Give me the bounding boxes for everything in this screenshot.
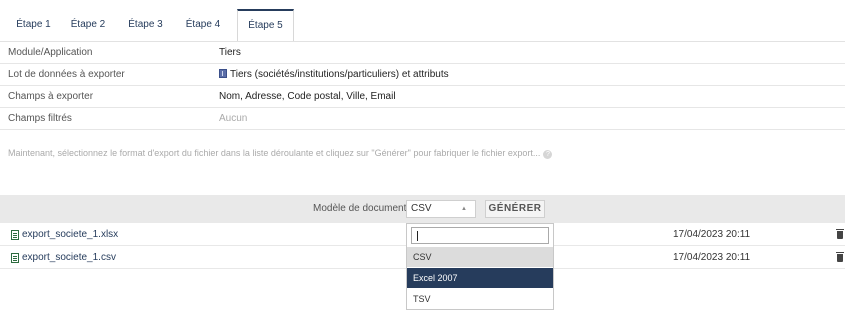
- file-date: 17/04/2023 20:11: [673, 252, 751, 263]
- lot-value: Tiers (sociétés/institutions/particulier…: [230, 69, 449, 80]
- help-text: Maintenant, sélectionnez le format d'exp…: [8, 148, 553, 159]
- trash-icon[interactable]: [836, 229, 844, 239]
- option-csv[interactable]: CSV: [407, 247, 553, 267]
- dropdown-search-input[interactable]: [411, 227, 549, 244]
- model-label: Modèle de document: [313, 203, 407, 214]
- tab-etape-1[interactable]: Étape 1: [11, 9, 56, 41]
- champs-value: Nom, Adresse, Code postal, Ville, Email: [219, 91, 396, 102]
- info-row-module: Module/Application Tiers: [0, 42, 845, 64]
- info-row-champs: Champs à exporter Nom, Adresse, Code pos…: [0, 86, 845, 108]
- filtres-value: Aucun: [219, 113, 248, 124]
- file-icon: [11, 253, 19, 263]
- tab-etape-2[interactable]: Étape 2: [62, 9, 114, 41]
- help-icon[interactable]: ?: [543, 150, 553, 159]
- info-row-filtres: Champs filtrés Aucun: [0, 108, 845, 130]
- file-date: 17/04/2023 20:11: [673, 229, 751, 240]
- file-icon: [11, 230, 19, 240]
- filtres-label: Champs filtrés: [8, 113, 72, 124]
- generate-bar: Modèle de document CSV ▲ GÉNÉRER: [0, 195, 845, 223]
- wizard-tabs: Étape 1 Étape 2 Étape 3 Étape 4 Étape 5: [0, 9, 845, 41]
- format-dropdown: CSV Excel 2007 TSV: [406, 223, 554, 310]
- option-tsv[interactable]: TSV: [407, 289, 553, 309]
- module-label: Module/Application: [8, 47, 93, 58]
- tab-etape-5[interactable]: Étape 5: [237, 9, 294, 41]
- option-excel-2007[interactable]: Excel 2007: [407, 268, 553, 288]
- dataset-icon: [219, 69, 227, 78]
- info-row-lot: Lot de données à exporter Tiers (société…: [0, 64, 845, 86]
- caret-up-icon: ▲: [461, 206, 467, 212]
- module-value: Tiers: [219, 47, 241, 58]
- format-select[interactable]: CSV ▲: [406, 200, 476, 218]
- file-link[interactable]: export_societe_1.xlsx: [22, 224, 118, 246]
- text-cursor: [417, 231, 418, 241]
- help-message: Maintenant, sélectionnez le format d'exp…: [8, 148, 541, 158]
- file-link[interactable]: export_societe_1.csv: [22, 247, 116, 269]
- trash-icon[interactable]: [836, 252, 844, 262]
- tab-etape-4[interactable]: Étape 4: [177, 9, 229, 41]
- champs-label: Champs à exporter: [8, 91, 94, 102]
- generate-button[interactable]: GÉNÉRER: [485, 200, 545, 218]
- tab-etape-3[interactable]: Étape 3: [119, 9, 172, 41]
- lot-label: Lot de données à exporter: [8, 69, 125, 80]
- format-select-value: CSV: [411, 203, 432, 214]
- lot-value-wrap: Tiers (sociétés/institutions/particulier…: [219, 64, 449, 86]
